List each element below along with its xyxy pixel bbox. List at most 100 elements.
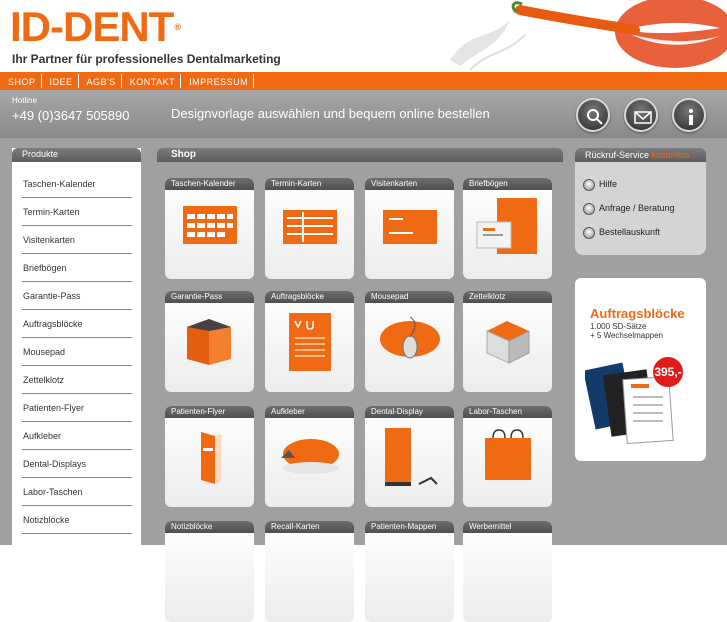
logo-text: ID-DENT [10,3,174,50]
slogan: Designvorlage auswählen und bequem onlin… [171,106,490,121]
tile-label: Patienten-Mappen [365,521,454,533]
radio-button[interactable] [583,202,595,215]
callback-panel: Rückruf-Service kostenlos Hilfe Anfrage … [575,148,706,255]
sidebar-item-taschen-kalender[interactable]: Taschen-Kalender [22,170,132,198]
sidebar-item-briefboegen[interactable]: Briefbögen [22,254,132,282]
tile-taschen-kalender[interactable]: Taschen-Kalender [165,178,254,279]
shop-title: Shop [157,148,563,162]
option-label: Anfrage / Beratung [599,203,675,213]
tile-aufkleber[interactable]: Aufkleber [265,406,354,507]
letterhead-icon [476,198,537,254]
sidebar-item-labor-taschen[interactable]: Labor-Taschen [22,478,132,506]
tile-label: Labor-Taschen [463,406,552,418]
radio-button[interactable] [583,226,595,239]
shop-panel: Shop Taschen-Kalender Termin-Karten Visi… [157,148,563,622]
flyer-icon [201,432,221,484]
callback-option-anfrage[interactable]: Anfrage / Beratung [575,196,706,220]
right-column: Rückruf-Service kostenlos Hilfe Anfrage … [575,148,706,461]
tile-auftragsbloecke[interactable]: Auftragsblöcke [265,291,354,392]
sidebar-item-notizbloecke[interactable]: Notizblöcke [22,506,132,534]
promo-line-1: 1.000 SD-Sätze [590,322,647,331]
tile-dental-display[interactable]: Dental-Display [365,406,454,507]
search-icon [587,109,603,125]
tile-label: Visitenkarten [365,178,454,190]
tile-label: Recall-Karten [265,521,354,533]
main-area: Produkte Taschen-Kalender Termin-Karten … [0,138,727,622]
tile-mousepad[interactable]: Mousepad [365,291,454,392]
product-sidebar: Produkte Taschen-Kalender Termin-Karten … [12,148,141,545]
lips-chili-decoration [450,0,727,71]
nav-idee[interactable]: IDEE [42,74,79,88]
tile-labor-taschen[interactable]: Labor-Taschen [463,406,552,507]
logo[interactable]: ID-DENT® [10,3,181,50]
tile-label: Dental-Display [365,406,454,418]
search-button[interactable] [576,98,610,132]
sidebar-item-zettelklotz[interactable]: Zettelklotz [22,366,132,394]
tile-label: Termin-Karten [265,178,354,190]
callback-title-accent: kostenlos [651,150,690,160]
info-button[interactable] [672,98,706,132]
tile-patienten-flyer[interactable]: Patienten-Flyer [165,406,254,507]
option-label: Bestellauskunft [599,227,661,237]
option-label: Hilfe [599,179,618,189]
nav-shop[interactable]: SHOP [0,74,42,88]
business-card-icon [383,210,437,244]
sidebar-item-aufkleber[interactable]: Aufkleber [22,422,132,450]
tile-briefboegen[interactable]: Briefbögen [463,178,552,279]
appointment-card-icon [283,210,337,244]
mail-button[interactable] [624,98,658,132]
sticker-icon [281,439,339,474]
info-bar: Hotline +49 (0)3647 505890 Designvorlage… [0,90,727,138]
nav-agbs[interactable]: AGB'S [79,74,122,88]
logo-registered-mark: ® [174,22,181,32]
sidebar-item-dental-displays[interactable]: Dental-Displays [22,450,132,478]
guarantee-pass-icon [187,319,231,365]
tile-garantie-pass[interactable]: Garantie-Pass [165,291,254,392]
price-badge: 395,- [653,357,683,387]
rollup-display-icon [385,428,438,486]
note-cube-icon [486,321,530,364]
promo-banner[interactable]: Auftragsblöcke 1.000 SD-Sätze + 5 Wechse… [575,278,706,461]
main-nav: SHOP IDEE AGB'S KONTAKT IMPRESSUM [0,72,727,90]
nav-kontakt[interactable]: KONTAKT [122,74,182,88]
header: ID-DENT® Ihr Partner für professionelles… [0,0,727,72]
sidebar-title: Produkte [12,148,141,162]
sidebar-item-auftragsbloecke[interactable]: Auftragsblöcke [22,310,132,338]
sidebar-item-patienten-flyer[interactable]: Patienten-Flyer [22,394,132,422]
tile-label: Auftragsblöcke [265,291,354,303]
tile-patienten-mappen[interactable]: Patienten-Mappen [365,521,454,622]
tile-label: Garantie-Pass [165,291,254,303]
sidebar-item-garantie-pass[interactable]: Garantie-Pass [22,282,132,310]
mail-icon [634,111,652,124]
nav-impressum[interactable]: IMPRESSUM [181,74,255,88]
tile-label: Aufkleber [265,406,354,418]
tile-werbemittel[interactable]: Werbemittel [463,521,552,622]
tile-visitenkarten[interactable]: Visitenkarten [365,178,454,279]
tile-label: Mousepad [365,291,454,303]
order-pad-icon [289,313,331,371]
bag-icon [485,429,531,480]
sidebar-item-mousepad[interactable]: Mousepad [22,338,132,366]
radio-button[interactable] [583,178,595,191]
sidebar-item-termin-karten[interactable]: Termin-Karten [22,198,132,226]
callback-title: Rückruf-Service kostenlos [575,148,706,162]
tile-label: Patienten-Flyer [165,406,254,418]
tile-termin-karten[interactable]: Termin-Karten [265,178,354,279]
tile-label: Zettelklotz [463,291,552,303]
hotline-label: Hotline [12,96,37,105]
calendar-icon [183,206,237,244]
tile-zettelklotz[interactable]: Zettelklotz [463,291,552,392]
callback-option-hilfe[interactable]: Hilfe [575,172,706,196]
tile-notizbloecke[interactable]: Notizblöcke [165,521,254,622]
tile-label: Briefbögen [463,178,552,190]
tile-label: Werbemittel [463,521,552,533]
promo-title: Auftragsblöcke [590,306,685,321]
tile-label: Notizblöcke [165,521,254,533]
sidebar-item-visitenkarten[interactable]: Visitenkarten [22,226,132,254]
mousepad-icon [380,316,440,359]
hotline-number[interactable]: +49 (0)3647 505890 [12,108,129,123]
info-icon [689,109,693,125]
promo-line-2: + 5 Wechselmappen [590,331,664,340]
callback-option-bestellauskunft[interactable]: Bestellauskunft [575,220,706,244]
tile-recall-karten[interactable]: Recall-Karten [265,521,354,622]
